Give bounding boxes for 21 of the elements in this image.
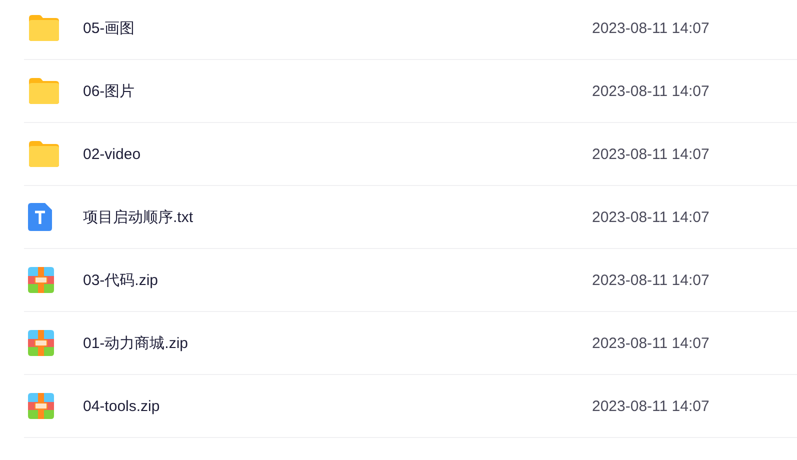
modified-time: 2023-08-11 14:07 <box>592 82 710 100</box>
text-file-icon <box>28 203 52 231</box>
folder-icon <box>28 140 60 168</box>
file-name[interactable]: 03-代码.zip <box>83 270 592 290</box>
modified-time: 2023-08-11 14:07 <box>592 146 710 162</box>
modified-time: 2023-08-11 14:07 <box>592 208 710 226</box>
modified-time: 2023-08-11 14:07 <box>592 272 710 288</box>
modified-time: 2023-08-11 14:07 <box>592 20 710 36</box>
modified-time: 2023-08-11 14:07 <box>592 398 710 414</box>
archive-icon <box>28 267 54 293</box>
archive-icon <box>28 393 54 419</box>
file-name[interactable]: 05-画图 <box>83 18 592 38</box>
file-name[interactable]: 项目启动顺序.txt <box>83 208 592 226</box>
folder-icon <box>28 14 60 42</box>
modified-time: 2023-08-11 14:07 <box>592 334 710 352</box>
folder-icon <box>28 77 60 105</box>
file-name[interactable]: 04-tools.zip <box>83 398 592 414</box>
file-name[interactable]: 01-动力商城.zip <box>83 334 592 352</box>
file-name[interactable]: 02-video <box>83 146 592 162</box>
file-name[interactable]: 06-图片 <box>83 82 592 100</box>
archive-icon <box>28 330 54 356</box>
